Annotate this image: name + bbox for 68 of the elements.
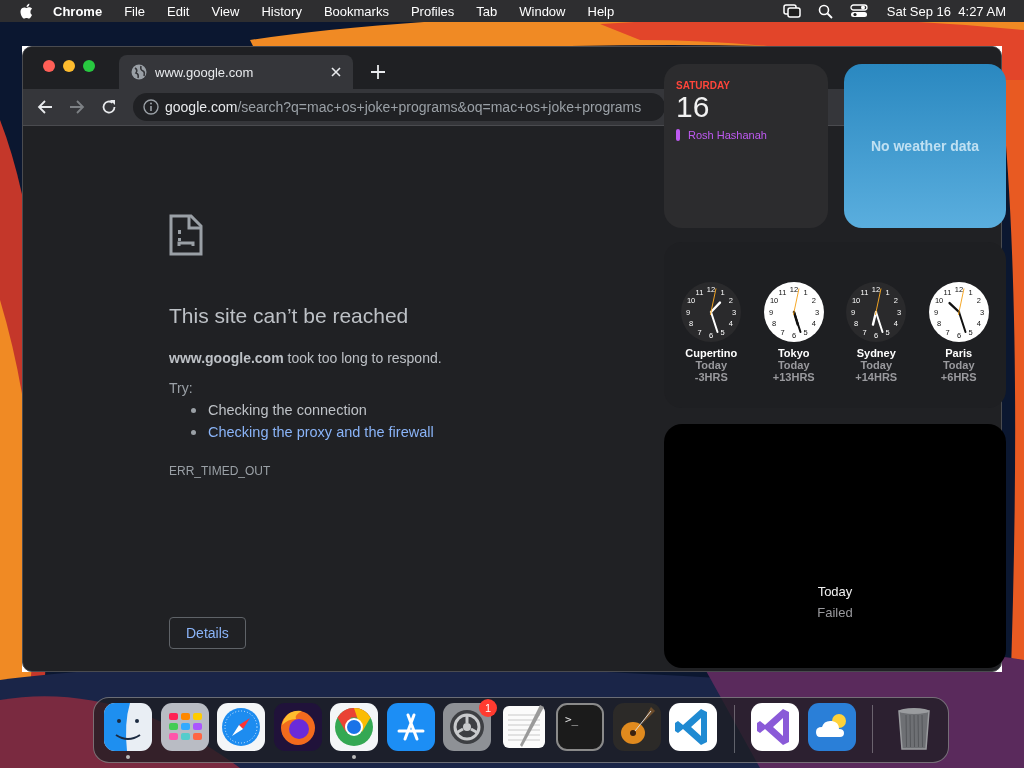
menu-item[interactable]: Profiles xyxy=(399,3,466,19)
guitar-icon[interactable] xyxy=(612,703,661,751)
ribbon-icon[interactable] xyxy=(751,703,799,751)
day-number: 16 xyxy=(676,91,710,123)
a-shape-icon[interactable] xyxy=(386,703,435,751)
day-label: Today xyxy=(860,359,893,371)
bullet xyxy=(191,429,196,435)
error-code: ERR_TIMED_OUT xyxy=(169,464,271,478)
menu-item[interactable]: Edit xyxy=(156,3,201,19)
menu-item[interactable]: Help xyxy=(576,3,626,19)
status-widget[interactable]: Today Failed xyxy=(664,424,1006,668)
screen-mirroring-icon[interactable] xyxy=(782,4,801,18)
try-label: Try: xyxy=(169,380,193,396)
event-title: Rosh Hashanah xyxy=(688,129,767,141)
cloud-sun-icon[interactable] xyxy=(807,703,856,751)
menu-item[interactable]: Window xyxy=(508,3,577,19)
weather-message: No weather data xyxy=(870,138,980,154)
ribbon-icon[interactable] xyxy=(669,703,717,751)
minimize-window-button[interactable] xyxy=(63,60,75,72)
back-arrow-icon[interactable] xyxy=(37,99,53,115)
terminal-icon[interactable]: >_ xyxy=(556,703,604,751)
compass-icon[interactable] xyxy=(217,703,265,751)
search-icon[interactable] xyxy=(817,3,833,19)
close-tab-icon[interactable] xyxy=(331,67,341,77)
sad-page-icon xyxy=(169,214,203,256)
weekday-label: SATURDAY xyxy=(676,80,730,91)
globe-icon xyxy=(131,64,147,80)
info-icon[interactable] xyxy=(143,99,159,115)
flame-globe-icon[interactable] xyxy=(273,703,322,751)
time-offset: +13HRS xyxy=(772,371,815,383)
day-label: Today xyxy=(942,359,975,371)
zoom-window-button[interactable] xyxy=(83,60,95,72)
gear-icon[interactable] xyxy=(443,703,491,751)
app-menu[interactable]: Chrome xyxy=(42,3,114,19)
menu-item[interactable]: View xyxy=(200,3,251,19)
widget-title: Today xyxy=(817,584,853,599)
new-tab-icon[interactable] xyxy=(371,65,385,79)
bullet xyxy=(191,407,196,413)
browser-tab[interactable]: www.google.com xyxy=(119,55,353,89)
error-message: www.google.com took too long to respond. xyxy=(169,350,442,366)
city-name: Sydney xyxy=(856,347,896,359)
control-center-icon[interactable] xyxy=(849,4,868,18)
close-window-button[interactable] xyxy=(43,60,55,72)
city-name: Cupertino xyxy=(685,347,738,359)
error-title: This site can’t be reached xyxy=(169,304,409,328)
menu-item[interactable]: Bookmarks xyxy=(312,3,400,19)
menu-item[interactable]: Tab xyxy=(465,3,509,19)
city-name: Paris xyxy=(945,347,973,359)
suggestion-link[interactable]: Checking the proxy and the firewall xyxy=(208,424,434,440)
details-button[interactable]: Details xyxy=(169,617,246,649)
face-icon[interactable] xyxy=(104,703,152,751)
notification-badge: 1 xyxy=(479,699,497,717)
menu-item[interactable]: History xyxy=(250,3,313,19)
time-offset: -3HRS xyxy=(694,371,728,383)
widget-status: Failed xyxy=(817,605,853,620)
menu-bar-clock[interactable]: Sat Sep 16 4:27 AM xyxy=(875,3,1010,19)
city-name: Tokyo xyxy=(777,347,810,359)
time-offset: +14HRS xyxy=(855,371,898,383)
day-label: Today xyxy=(777,359,810,371)
address-bar[interactable]: google.com/search?q=mac+os+joke+programs&oq=mac+os+joke+programs xyxy=(133,93,665,121)
day-label: Today xyxy=(695,359,728,371)
apple-logo-icon[interactable] xyxy=(20,3,34,19)
time-offset: +6HRS xyxy=(940,371,977,383)
calendar-widget[interactable]: SATURDAY 16 Rosh Hashanah xyxy=(664,64,828,228)
menu-item[interactable]: File xyxy=(113,3,157,19)
reload-icon[interactable] xyxy=(101,99,117,115)
app-grid-icon[interactable] xyxy=(160,703,209,751)
suggestion-text: Checking the connection xyxy=(208,402,367,418)
